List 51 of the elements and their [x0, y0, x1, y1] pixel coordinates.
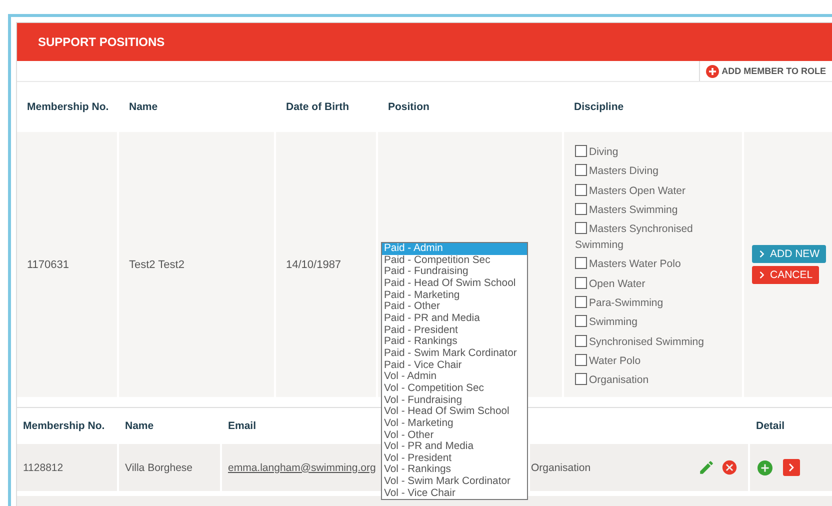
checkbox[interactable]	[575, 276, 587, 289]
position-dropdown-menu[interactable]	[381, 242, 528, 500]
column-header: Discipline	[573, 100, 625, 115]
plus-icon	[706, 64, 719, 78]
checkbox-option[interactable]: Masters Synchronised Swimming	[575, 221, 736, 254]
checkbox-option[interactable]: Open Water	[575, 276, 736, 292]
chevron-icon	[758, 250, 766, 258]
panel-title: SUPPORT POSITIONS	[38, 35, 165, 49]
checkbox-option[interactable]: Organisation	[575, 372, 736, 388]
discipline-text: Organisation	[531, 462, 591, 474]
detail-button[interactable]	[783, 459, 800, 476]
checkbox[interactable]	[575, 222, 587, 234]
edit-icon[interactable]	[698, 459, 715, 476]
column-header: Position	[387, 100, 430, 115]
chevron-icon	[758, 271, 766, 279]
checkbox-option[interactable]: Synchronised Swimming	[575, 334, 736, 350]
checkbox[interactable]	[575, 296, 587, 308]
checkbox[interactable]	[575, 373, 587, 386]
column-header: Membership No.	[26, 100, 110, 115]
column-header: Name	[124, 419, 155, 434]
checkbox-option[interactable]: Masters Swimming	[575, 202, 736, 218]
checkbox-option[interactable]: Masters Open Water	[575, 182, 736, 199]
checkbox-option[interactable]: Para-Swimming	[575, 295, 736, 312]
action-button[interactable]: CANCEL	[752, 266, 819, 284]
checkbox-option[interactable]: Diving	[575, 144, 736, 160]
table-cell: 1128812	[17, 444, 117, 491]
checkbox[interactable]	[575, 184, 587, 196]
table-cell: 1170631	[17, 132, 117, 397]
checkbox[interactable]	[575, 354, 587, 366]
delete-icon[interactable]	[721, 459, 738, 476]
column-header: Name	[128, 100, 159, 115]
checkbox-option[interactable]: Water Polo	[575, 352, 736, 369]
checkbox[interactable]	[575, 145, 587, 157]
column-header: Membership No.	[22, 419, 106, 434]
checkbox[interactable]	[575, 164, 587, 176]
checkbox-option[interactable]: Swimming	[575, 314, 736, 330]
column-header: Date of Birth	[285, 100, 350, 115]
checkbox-option[interactable]: Masters Diving	[575, 163, 736, 180]
table-cell: Test2 Test2	[119, 132, 274, 397]
column-header: Email	[227, 419, 258, 434]
checkbox-option[interactable]: Masters Water Polo	[575, 256, 736, 272]
table-cell: 14/10/1987	[276, 132, 376, 397]
checkbox[interactable]	[575, 202, 587, 215]
column-header: Detail	[755, 419, 786, 434]
checkbox[interactable]	[575, 315, 587, 328]
table-cell: Villa Borghese	[119, 444, 220, 491]
checkbox[interactable]	[575, 334, 587, 347]
email-link[interactable]: emma.langham@swimming.org	[228, 462, 376, 474]
chevron-icon	[787, 463, 796, 472]
add-icon[interactable]	[756, 458, 774, 476]
checkbox[interactable]	[575, 257, 587, 270]
